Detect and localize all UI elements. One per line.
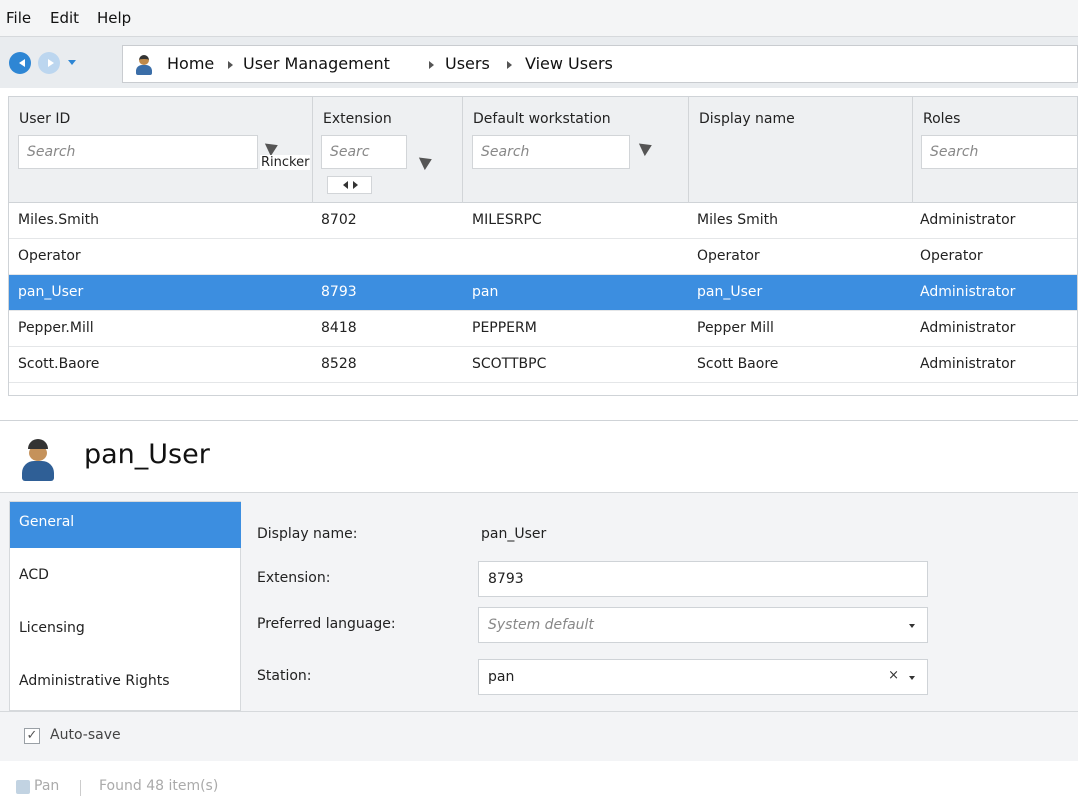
filter-icon[interactable] xyxy=(641,139,657,153)
display-name-value: pan_User xyxy=(481,526,547,542)
cell-extension: 8702 xyxy=(321,212,357,228)
cell-user-id: pan_User xyxy=(18,284,84,300)
breadcrumb-separator-icon xyxy=(228,61,237,69)
cell-workstation: MILESRPC xyxy=(472,212,542,228)
display-name-label: Display name: xyxy=(257,526,358,542)
user-id-search-input[interactable]: Search xyxy=(18,135,258,169)
clear-icon[interactable]: × xyxy=(888,668,899,683)
station-select[interactable]: pan × xyxy=(478,659,928,695)
cell-workstation: pan xyxy=(472,284,499,300)
tab-acd[interactable]: ACD xyxy=(10,555,242,601)
column-default-workstation: Default workstation Search xyxy=(463,97,689,203)
extension-value: 8793 xyxy=(488,571,524,587)
autosave-label[interactable]: Auto-save xyxy=(50,727,121,743)
column-title[interactable]: Default workstation xyxy=(473,111,611,127)
forward-icon[interactable] xyxy=(38,52,60,74)
station-label: Station: xyxy=(257,668,312,684)
filter-icon[interactable] xyxy=(421,153,437,167)
language-label: Preferred language: xyxy=(257,616,396,632)
status-count: Found 48 item(s) xyxy=(99,778,219,794)
breadcrumb-home[interactable]: Home xyxy=(167,54,214,73)
autosave-bar: ✓ Auto-save xyxy=(0,711,1078,761)
user-status-icon xyxy=(16,780,30,794)
breadcrumb-view-users: View Users xyxy=(525,54,613,73)
cell-roles: Administrator xyxy=(920,320,1016,336)
back-icon[interactable] xyxy=(9,52,31,74)
navigation-bar: Home User Management Users View Users xyxy=(0,36,1078,88)
detail-sidebar: General ACD Licensing Administrative Rig… xyxy=(9,501,242,711)
user-avatar-icon xyxy=(20,439,56,481)
tab-administrative-rights[interactable]: Administrative Rights xyxy=(10,661,242,707)
breadcrumb-user-management[interactable]: User Management xyxy=(243,54,390,73)
user-detail-panel: pan_User General ACD Licensing Administr… xyxy=(0,420,1078,761)
cell-extension: 8528 xyxy=(321,356,357,372)
column-title[interactable]: Roles xyxy=(923,111,960,127)
table-row[interactable]: Pepper.Mill 8418 PEPPERM Pepper Mill Adm… xyxy=(9,311,1077,347)
cell-workstation: PEPPERM xyxy=(472,320,537,336)
table-row-selected[interactable]: pan_User 8793 pan pan_User Administrator xyxy=(9,275,1077,311)
cell-roles: Administrator xyxy=(920,212,1016,228)
cell-display-name: Operator xyxy=(697,248,760,264)
menu-bar: File Edit Help xyxy=(0,0,1078,36)
cell-extension: 8418 xyxy=(321,320,357,336)
tab-licensing[interactable]: Licensing xyxy=(10,608,242,654)
cell-display-name: Pepper Mill xyxy=(697,320,774,336)
cell-roles: Operator xyxy=(920,248,983,264)
column-roles: Roles Search xyxy=(913,97,1077,203)
extension-field[interactable]: 8793 xyxy=(478,561,928,597)
menu-file[interactable]: File xyxy=(6,9,31,27)
status-divider xyxy=(80,780,81,796)
breadcrumb-separator-icon xyxy=(429,61,438,69)
grid-header: User ID Search Extension Searc Default w… xyxy=(9,97,1077,203)
preferred-language-select[interactable]: System default xyxy=(478,607,928,643)
cell-user-id: Pepper.Mill xyxy=(18,320,94,336)
tab-general[interactable]: General xyxy=(10,502,242,548)
breadcrumb: Home User Management Users View Users xyxy=(122,45,1078,83)
table-row[interactable]: Scott.Baore 8528 SCOTTBPC Scott Baore Ad… xyxy=(9,347,1077,383)
status-user: Pan xyxy=(34,778,60,794)
station-value: pan xyxy=(488,669,515,685)
workstation-search-input[interactable]: Search xyxy=(472,135,630,169)
menu-edit[interactable]: Edit xyxy=(50,9,79,27)
roles-search-input[interactable]: Search xyxy=(921,135,1077,169)
menu-help[interactable]: Help xyxy=(97,9,131,27)
table-row[interactable]: Miles.Smith 8702 MILESRPC Miles Smith Ad… xyxy=(9,203,1077,239)
breadcrumb-users[interactable]: Users xyxy=(445,54,490,73)
general-form: Display name: pan_User Extension: 8793 P… xyxy=(241,501,1078,711)
column-title[interactable]: User ID xyxy=(19,111,70,127)
cell-roles: Administrator xyxy=(920,356,1016,372)
chevron-down-icon[interactable] xyxy=(909,624,915,631)
cell-extension: 8793 xyxy=(321,284,357,300)
cell-workstation: SCOTTBPC xyxy=(472,356,547,372)
language-placeholder: System default xyxy=(488,617,594,633)
cell-display-name: Miles Smith xyxy=(697,212,778,228)
cell-user-id: Operator xyxy=(18,248,81,264)
history-dropdown-icon[interactable] xyxy=(68,60,76,69)
column-title[interactable]: Extension xyxy=(323,111,392,127)
breadcrumb-separator-icon xyxy=(507,61,516,69)
cell-display-name: pan_User xyxy=(697,284,763,300)
chevron-down-icon[interactable] xyxy=(909,676,915,683)
table-row[interactable]: Operator Operator Operator xyxy=(9,239,1077,275)
cell-display-name: Scott Baore xyxy=(697,356,779,372)
cell-roles: Administrator xyxy=(920,284,1016,300)
status-bar: Pan Found 48 item(s) xyxy=(0,770,1078,801)
detail-title: pan_User xyxy=(84,439,210,470)
search-scroll-arrows[interactable] xyxy=(327,176,372,194)
autocomplete-tooltip: Rincker xyxy=(260,155,311,170)
user-management-icon xyxy=(135,55,153,75)
column-title[interactable]: Display name xyxy=(699,111,795,127)
cell-user-id: Miles.Smith xyxy=(18,212,99,228)
cell-user-id: Scott.Baore xyxy=(18,356,100,372)
column-display-name: Display name xyxy=(689,97,913,203)
extension-label: Extension: xyxy=(257,570,331,586)
autosave-checkbox[interactable]: ✓ xyxy=(24,728,40,744)
users-grid: User ID Search Extension Searc Default w… xyxy=(8,96,1078,396)
column-user-id: User ID Search xyxy=(9,97,313,203)
filter-icon[interactable] xyxy=(267,139,283,153)
extension-search-input[interactable]: Searc xyxy=(321,135,407,169)
detail-header: pan_User xyxy=(0,421,1078,493)
